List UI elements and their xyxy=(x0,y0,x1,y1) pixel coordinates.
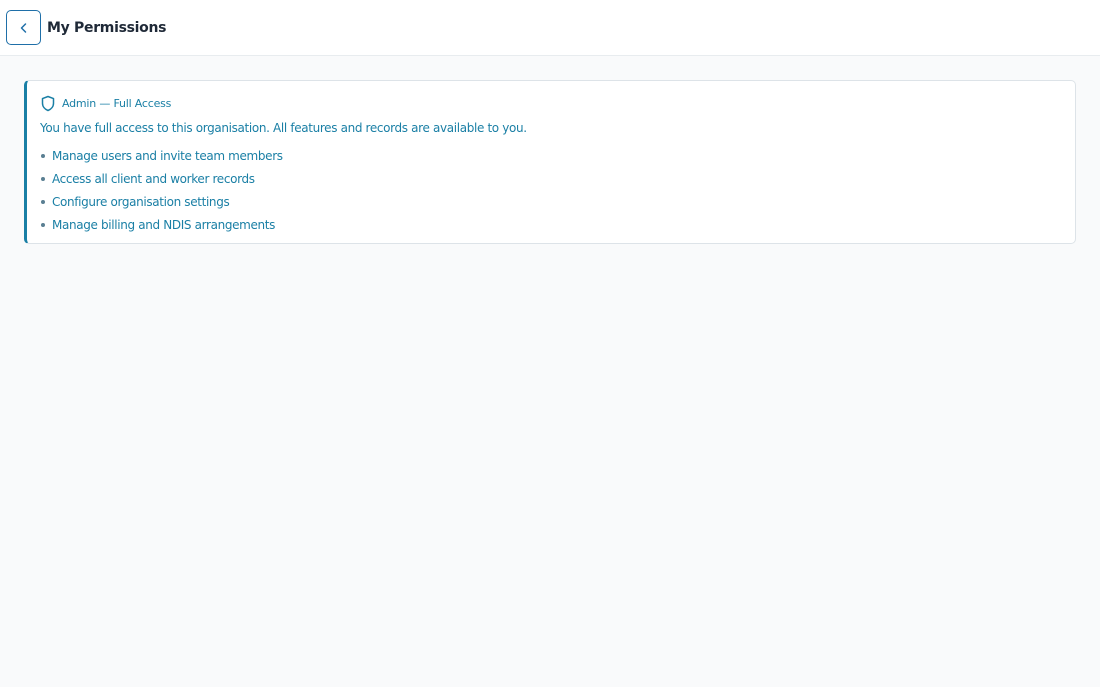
permission-text: Manage billing and NDIS arrangements xyxy=(52,217,276,232)
permission-text: Access all client and worker records xyxy=(52,171,255,186)
permissions-card: Admin — Full Access You have full access… xyxy=(24,80,1076,244)
permission-list: Manage users and invite team members Acc… xyxy=(40,144,1061,236)
access-description: You have full access to this organisatio… xyxy=(40,121,527,135)
bullet-icon xyxy=(41,222,45,227)
role-header: Admin — Full Access xyxy=(40,94,1061,112)
chevron-left-icon xyxy=(20,22,26,33)
top-bar: My Permissions xyxy=(0,0,1100,56)
back-button[interactable] xyxy=(6,10,41,45)
bullet-icon xyxy=(41,176,45,181)
permission-text: Manage users and invite team members xyxy=(52,148,283,163)
permission-text: Configure organisation settings xyxy=(52,194,230,209)
shield-icon xyxy=(41,95,55,111)
bullet-icon xyxy=(41,153,45,158)
list-item: Access all client and worker records xyxy=(40,167,1061,190)
bullet-icon xyxy=(41,199,45,204)
list-item: Manage billing and NDIS arrangements xyxy=(40,213,1061,236)
list-item: Configure organisation settings xyxy=(40,190,1061,213)
list-item: Manage users and invite team members xyxy=(40,144,1061,167)
role-label: Admin — Full Access xyxy=(62,96,172,110)
page-title: My Permissions xyxy=(47,19,167,36)
